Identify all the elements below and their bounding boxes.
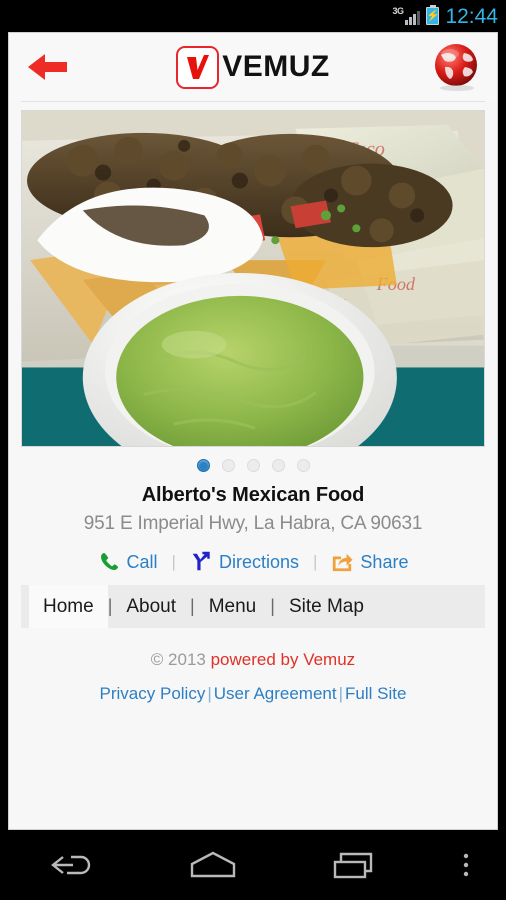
carousel-dots[interactable]	[9, 447, 497, 478]
action-separator-2: |	[313, 552, 318, 571]
carousel-dot-1[interactable]	[196, 459, 210, 472]
site-nav-tabs: Home | About | Menu | Site Map	[21, 585, 485, 628]
directions-label: Directions	[218, 551, 299, 572]
android-nav-bar	[0, 830, 506, 900]
back-arrow-icon[interactable]	[23, 43, 71, 91]
call-label: Call	[126, 551, 158, 572]
photo-carousel[interactable]: Taco Mexican Food MEXICAN	[9, 102, 497, 447]
brand-logo: VEMUZ	[9, 45, 497, 89]
directions-button[interactable]: Directions	[190, 551, 299, 573]
powered-by-vemuz-link[interactable]: powered by Vemuz	[211, 650, 356, 669]
business-photo[interactable]: Taco Mexican Food MEXICAN	[21, 110, 485, 447]
share-label: Share	[360, 551, 409, 572]
copyright-text: © 2013	[150, 650, 211, 669]
phone-screen: 3G ⚡ 12:44 VEMUZ Alberto's Mexican Food …	[0, 0, 506, 900]
footer-link-separator-2: |	[338, 684, 344, 703]
copyright-line: © 2013 powered by Vemuz	[9, 628, 497, 670]
carousel-dot-3[interactable]	[246, 459, 260, 472]
tab-about-label: About	[126, 595, 177, 617]
brand-name: VEMUZ	[222, 50, 330, 83]
carousel-dot-2[interactable]	[221, 459, 235, 472]
carousel-dot-5[interactable]	[296, 459, 310, 472]
share-export-icon	[333, 553, 353, 572]
globe-icon[interactable]	[431, 41, 483, 93]
tab-menu-label: Menu	[208, 595, 257, 617]
network-type-label: 3G	[392, 6, 404, 16]
status-bar: 3G ⚡ 12:44	[0, 0, 506, 32]
carousel-dot-4[interactable]	[271, 459, 285, 472]
app-content: VEMUZ Alberto's Mexican Food 951 E Imper…	[8, 32, 498, 830]
android-overflow-menu-icon[interactable]	[426, 830, 506, 900]
tab-home-label: Home	[43, 595, 94, 617]
full-site-link[interactable]: Full Site	[345, 684, 406, 703]
vemuz-checkmark-logo-icon	[176, 45, 220, 89]
footer-link-separator-1: |	[207, 684, 212, 703]
tab-home[interactable]: Home	[29, 585, 108, 628]
privacy-policy-link[interactable]: Privacy Policy	[100, 684, 206, 703]
action-separator-1: |	[171, 552, 176, 571]
battery-charging-icon: ⚡	[426, 5, 440, 25]
directions-fork-icon	[192, 551, 210, 571]
tab-site-map-label: Site Map	[288, 595, 364, 617]
signal-bars-icon: 3G	[392, 6, 421, 25]
phone-icon	[100, 553, 118, 570]
android-recents-icon[interactable]	[284, 830, 426, 900]
share-button[interactable]: Share	[331, 551, 408, 573]
tab-about[interactable]: About	[112, 585, 190, 628]
android-home-icon[interactable]	[142, 830, 284, 900]
action-links: Call | Directions | Share	[9, 535, 497, 585]
status-bar-clock: 12:44	[445, 4, 498, 28]
business-address: 951 E Imperial Hwy, La Habra, CA 90631	[83, 513, 423, 534]
footer-links: Privacy Policy | User Agreement | Full Site	[9, 670, 497, 704]
tab-menu[interactable]: Menu	[195, 585, 271, 628]
android-back-icon[interactable]	[0, 830, 142, 900]
call-button[interactable]: Call	[98, 551, 158, 573]
tab-site-map[interactable]: Site Map	[275, 585, 378, 628]
business-name: Alberto's Mexican Food	[141, 484, 365, 506]
user-agreement-link[interactable]: User Agreement	[214, 684, 337, 703]
app-header: VEMUZ	[9, 33, 497, 101]
